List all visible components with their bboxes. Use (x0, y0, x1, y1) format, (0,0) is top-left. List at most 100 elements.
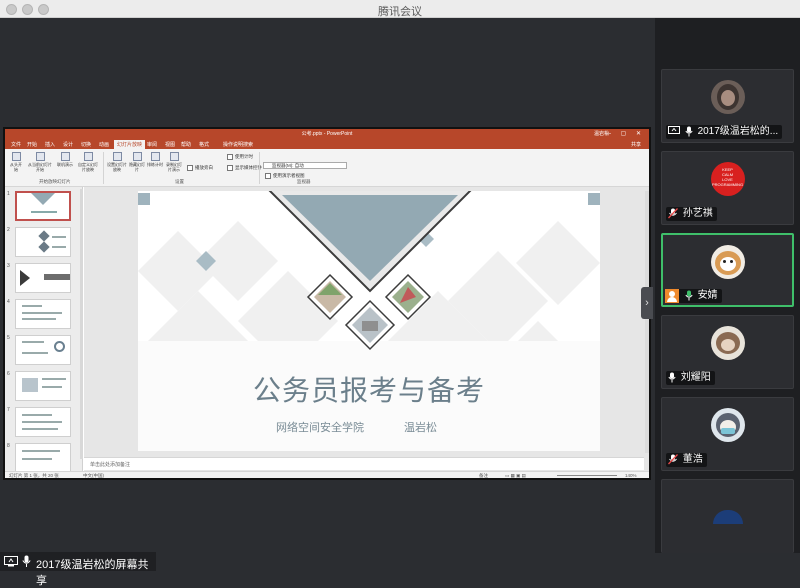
ribbon: 从头开始 从当前幻灯片开始 联机演示 自定义幻灯片放映 开始放映幻灯片 设置幻灯… (5, 149, 649, 187)
screen-share-icon (668, 126, 680, 135)
ribbon-separator (103, 152, 104, 184)
hide-slide-button[interactable]: 隐藏幻灯片 (129, 152, 145, 172)
editor-scrollbar[interactable] (645, 191, 649, 453)
avatar (710, 80, 745, 114)
tab-format[interactable]: 格式 (199, 141, 209, 148)
slide-thumbnail[interactable] (15, 371, 71, 401)
participant-name: 安婧 (697, 290, 718, 301)
slide-thumbnail[interactable] (15, 407, 71, 437)
participant-name-tag: 董浩 (666, 453, 707, 467)
participant-tile-active[interactable]: 安婧 (661, 233, 794, 307)
tab-view[interactable]: 视图 (165, 141, 175, 148)
expand-panel-button[interactable]: › (641, 287, 653, 319)
thumbnail-scrollbar[interactable] (80, 189, 83, 459)
microphone-icon (22, 555, 31, 567)
record-slideshow-button[interactable]: 录制幻灯片演示 (165, 152, 183, 172)
participant-name: 2017级温岩松的... (697, 126, 779, 137)
slide-thumbnail-pane: 1 2 3 4 5 6 7 8 (5, 187, 83, 471)
avatar (710, 408, 745, 442)
notes-pane[interactable]: 单击此处添加备注 (84, 457, 644, 470)
show-media-controls-checkbox[interactable]: 显示媒体控件 (227, 165, 262, 171)
participant-name-tag: 刘耀阳 (666, 371, 715, 385)
slide-title[interactable]: 公务员报考与备考 (138, 369, 600, 409)
slideshow-icon (35, 152, 45, 161)
monitor-select[interactable]: 监视器(M): 自动 (263, 162, 347, 169)
from-beginning-button[interactable]: 从头开始 (9, 152, 23, 172)
use-timings-checkbox[interactable]: 使用计时 (227, 154, 253, 160)
monitor-label: 监视器(M): (272, 163, 294, 168)
participant-tile[interactable]: 刘耀阳 (661, 315, 794, 389)
tab-home[interactable]: 开始 (27, 141, 37, 148)
slide-thumbnail[interactable] (15, 335, 71, 365)
tab-design[interactable]: 设计 (63, 141, 73, 148)
slide-background-graphic (138, 191, 600, 451)
slide-school[interactable]: 网络空间安全学院 (276, 419, 364, 435)
ppt-window-controls[interactable]: — ▢ ✕ (605, 130, 645, 137)
group-monitors: 监视器 (297, 179, 311, 184)
thumb-number: 8 (7, 443, 10, 449)
participant-name: 刘耀阳 (680, 372, 711, 383)
avatar (710, 326, 745, 360)
microphone-icon (685, 126, 693, 137)
timer-icon (150, 152, 160, 161)
present-online-button[interactable]: 联机演示 (57, 152, 73, 167)
microphone-muted-icon (668, 207, 678, 219)
tell-me-search[interactable]: 操作说明搜索 (223, 141, 253, 148)
slide-thumbnail[interactable] (15, 191, 71, 221)
tab-help[interactable]: 帮助 (181, 141, 191, 148)
notes-toggle[interactable]: 备注 (479, 473, 488, 479)
group-setup: 设置 (175, 179, 184, 184)
microphone-active-icon (685, 290, 693, 301)
slide-count: 幻灯片 第 1 张，共 20 张 (9, 473, 59, 478)
setup-icon (112, 152, 122, 161)
participant-tile[interactable] (661, 479, 794, 553)
zoom-level: 140% (625, 473, 637, 478)
avatar: KEEP CALM LOVE PROGRAMMING (710, 162, 745, 196)
record-icon (169, 152, 179, 161)
screen-share-label: 2017级温岩松的屏幕共享 (0, 552, 156, 587)
slide-thumbnail[interactable] (15, 263, 71, 293)
tab-animations[interactable]: 动画 (99, 141, 109, 148)
participant-tile[interactable]: 董浩 (661, 397, 794, 471)
slide-thumbnail[interactable] (15, 443, 71, 471)
thumb-number: 4 (7, 299, 10, 305)
participant-panel: 2017级温岩松的... KEEP CALM LOVE PROGRAMMING … (655, 18, 800, 553)
group-start-slideshow: 开始放映幻灯片 (39, 179, 71, 184)
thumb-number: 6 (7, 371, 10, 377)
from-current-button[interactable]: 从当前幻灯片开始 (27, 152, 53, 172)
ribbon-tabs: 文件 开始 插入 设计 切换 动画 幻灯片放映 审阅 视图 帮助 格式 操作说明… (5, 139, 649, 150)
participant-name-tag: 孙艺祺 (666, 207, 717, 221)
participant-tile[interactable]: 2017级温岩松的... (661, 69, 794, 143)
thumb-number: 5 (7, 335, 10, 341)
tab-insert[interactable]: 插入 (45, 141, 55, 148)
slide-editor: 公务员报考与备考 网络空间安全学院 温岩松 (84, 187, 649, 471)
view-buttons[interactable]: ▭ ▦ ▣ ▤ (505, 473, 526, 479)
participant-tile[interactable]: KEEP CALM LOVE PROGRAMMING 孙艺祺 (661, 151, 794, 225)
setup-slideshow-button[interactable]: 设置幻灯片放映 (107, 152, 127, 172)
tab-transitions[interactable]: 切换 (81, 141, 91, 148)
shared-screen-area: 公考.pptx - PowerPoint 温岩松 — ▢ ✕ 文件 开始 插入 … (0, 18, 655, 587)
rehearse-timings-button[interactable]: 排练计时 (147, 152, 163, 167)
window-titlebar: 腾讯会议 (0, 0, 800, 18)
window-title: 腾讯会议 (378, 6, 422, 18)
thumb-number: 1 (7, 191, 10, 197)
slide-thumbnail[interactable] (15, 299, 71, 329)
participant-name: 孙艺祺 (682, 208, 713, 219)
avatar (712, 510, 743, 524)
microphone-icon (668, 372, 676, 383)
language-status: 中文(中国) (83, 473, 104, 478)
narration-checkbox[interactable]: 播放旁白 (187, 165, 213, 171)
ppt-titlebar: 公考.pptx - PowerPoint 温岩松 — ▢ ✕ (5, 129, 649, 144)
tab-file[interactable]: 文件 (11, 141, 21, 148)
slide-thumbnail[interactable] (15, 227, 71, 257)
zoom-slider[interactable] (557, 475, 617, 476)
thumb-number: 7 (7, 407, 10, 413)
tab-review[interactable]: 审阅 (147, 141, 157, 148)
slide-author[interactable]: 温岩松 (404, 419, 437, 435)
custom-slideshow-button[interactable]: 自定义幻灯片放映 (77, 152, 99, 172)
participant-name-tag: 安婧 (665, 289, 722, 303)
current-slide[interactable]: 公务员报考与备考 网络空间安全学院 温岩松 (138, 191, 600, 451)
ppt-share-button[interactable]: 共享 (631, 141, 641, 148)
monitor-value: 自动 (294, 163, 304, 168)
present-online-icon (60, 152, 70, 161)
